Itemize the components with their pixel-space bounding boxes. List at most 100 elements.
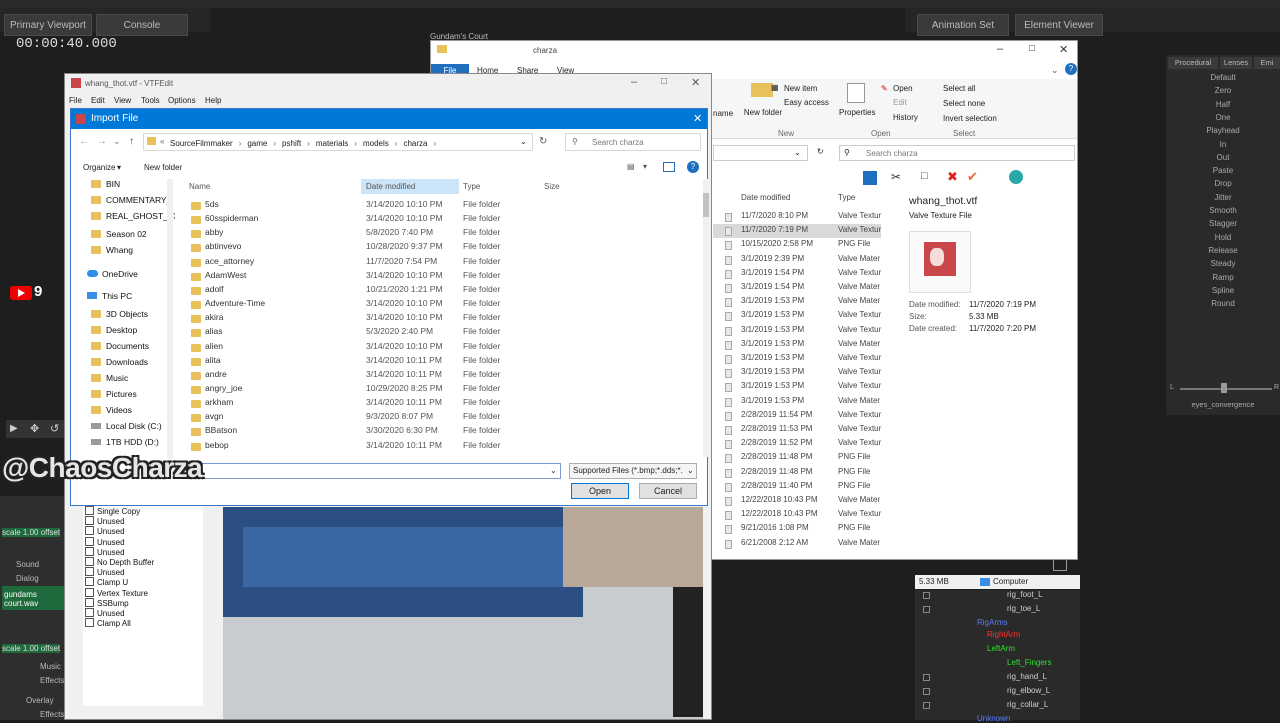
table-row[interactable]: 6/21/2008 2:12 AM Valve Mater — [725, 538, 891, 552]
list-item[interactable]: alien 3/14/2020 10:10 PM File folder — [189, 341, 609, 355]
column-date-modified[interactable]: Date modified — [741, 193, 790, 202]
procedural-item[interactable]: Default — [1166, 73, 1280, 82]
flag-checkbox[interactable]: Unused — [85, 567, 125, 577]
tree-item[interactable]: rig_foot_L — [1007, 590, 1043, 599]
tab-lenses[interactable]: Lenses — [1220, 57, 1252, 69]
open-button[interactable]: Open — [571, 483, 629, 499]
column-name[interactable]: Name — [189, 182, 210, 191]
list-item[interactable]: angry_joe 10/29/2020 8:25 PM File folder — [189, 383, 609, 397]
procedural-item[interactable]: Release — [1166, 246, 1280, 255]
tree-checkbox[interactable] — [923, 674, 930, 681]
flag-checkbox[interactable]: Single Copy — [85, 506, 140, 516]
table-row[interactable]: 11/7/2020 7:19 PM Valve Textur — [725, 225, 891, 239]
select-all-button[interactable]: Select all — [943, 84, 975, 93]
track-effects[interactable]: Effects — [40, 676, 64, 685]
tree-checkbox[interactable] — [923, 702, 930, 709]
sidebar-item[interactable]: BIN — [91, 179, 120, 189]
organize-menu[interactable]: Organize — [83, 163, 115, 172]
new-folder-dialog-button[interactable]: New folder — [144, 163, 182, 172]
track-dialog[interactable]: Dialog — [16, 574, 39, 583]
invert-selection-button[interactable]: Invert selection — [943, 114, 997, 123]
flag-checkbox[interactable]: Clamp U — [85, 577, 128, 587]
list-item[interactable]: 5ds 3/14/2020 10:10 PM File folder — [189, 199, 609, 213]
list-item[interactable]: ace_attorney 11/7/2020 7:54 PM File folder — [189, 256, 609, 270]
list-item[interactable]: arkham 3/14/2020 10:11 PM File folder — [189, 397, 609, 411]
breadcrumb-item[interactable]: SourceFilmmaker — [170, 139, 233, 148]
tree-item[interactable]: RigArms — [977, 618, 1008, 627]
procedural-item[interactable]: One — [1166, 113, 1280, 122]
file-list-scroll-thumb[interactable] — [703, 193, 709, 217]
list-item[interactable]: adolf 10/21/2020 1:21 PM File folder — [189, 284, 609, 298]
breadcrumb-item[interactable]: pshift — [282, 139, 301, 148]
menu-edit[interactable]: Edit — [91, 96, 105, 105]
track-music[interactable]: Music — [40, 662, 61, 671]
help-icon[interactable]: ? — [1065, 63, 1077, 75]
table-row[interactable]: 3/1/2019 1:54 PM Valve Textur — [725, 268, 891, 282]
dialog-help-icon[interactable]: ? — [687, 161, 699, 173]
procedural-item[interactable]: Drop — [1166, 179, 1280, 188]
tree-item[interactable]: rig_elbow_L — [1007, 686, 1050, 695]
forward-icon[interactable]: → — [97, 136, 107, 147]
file-type-dropdown-icon[interactable]: ⌄ — [687, 466, 694, 475]
column-type[interactable]: Type — [838, 193, 855, 202]
list-item[interactable]: alita 3/14/2020 10:11 PM File folder — [189, 355, 609, 369]
list-item[interactable]: akira 3/14/2020 10:10 PM File folder — [189, 312, 609, 326]
procedural-item[interactable]: Hold — [1166, 233, 1280, 242]
list-item[interactable]: abby 5/8/2020 7:40 PM File folder — [189, 227, 609, 241]
file-list-scrollbar[interactable] — [703, 179, 709, 457]
vtf-close-icon[interactable]: ✕ — [691, 76, 700, 89]
procedural-item[interactable]: Spline — [1166, 286, 1280, 295]
procedural-item[interactable]: Out — [1166, 153, 1280, 162]
organize-dropdown-icon[interactable]: ▾ — [117, 163, 121, 172]
procedural-item[interactable]: Jitter — [1166, 193, 1280, 202]
menu-file[interactable]: File — [69, 96, 82, 105]
table-row[interactable]: 3/1/2019 1:53 PM Valve Mater — [725, 296, 891, 310]
tree-item[interactable]: RightArm — [987, 630, 1020, 639]
table-row[interactable]: 3/1/2019 2:39 PM Valve Mater — [725, 254, 891, 268]
edit-button[interactable]: Edit — [893, 98, 907, 107]
dialog-search-box[interactable]: ⚲ Search charza — [565, 133, 701, 151]
procedural-item[interactable]: Paste — [1166, 166, 1280, 175]
flag-checkbox[interactable]: SSBump — [85, 598, 129, 608]
table-row[interactable]: 3/1/2019 1:53 PM Valve Textur — [725, 325, 891, 339]
list-item[interactable]: alias 5/3/2020 2:40 PM File folder — [189, 326, 609, 340]
table-row[interactable]: 2/28/2019 11:53 PM Valve Textur — [725, 424, 891, 438]
check-icon[interactable]: ✔ — [967, 169, 978, 185]
refresh-icon[interactable]: ↻ — [817, 147, 824, 156]
procedural-item[interactable]: Ramp — [1166, 273, 1280, 282]
tab-primary-viewport[interactable]: Primary Viewport — [4, 14, 92, 36]
list-item[interactable]: avgn 9/3/2020 8:07 PM File folder — [189, 411, 609, 425]
table-row[interactable]: 9/21/2016 1:08 PM PNG File — [725, 523, 891, 537]
table-row[interactable]: 2/28/2019 11:40 PM PNG File — [725, 481, 891, 495]
flag-checkbox[interactable]: Unused — [85, 608, 125, 618]
close-icon[interactable]: ✕ — [1059, 43, 1068, 56]
vtf-maximize-icon[interactable]: □ — [661, 76, 667, 87]
menu-options[interactable]: Options — [168, 96, 196, 105]
table-row[interactable]: 3/1/2019 1:53 PM Valve Textur — [725, 353, 891, 367]
tree-item[interactable]: rig_hand_L — [1007, 672, 1047, 681]
flag-checkbox[interactable]: Unused — [85, 547, 125, 557]
cancel-button[interactable]: Cancel — [639, 483, 697, 499]
select-none-button[interactable]: Select none — [943, 99, 985, 108]
table-row[interactable]: 11/7/2020 8:10 PM Valve Textur — [725, 211, 891, 225]
menu-view[interactable]: View — [114, 96, 131, 105]
globe-icon[interactable] — [1009, 170, 1023, 184]
chevron-down-icon[interactable]: ⌄ — [794, 148, 801, 157]
table-row[interactable]: 2/28/2019 11:48 PM PNG File — [725, 452, 891, 466]
tree-item[interactable]: LeftArm — [987, 644, 1015, 653]
maximize-icon[interactable]: □ — [1029, 43, 1035, 54]
details-view-icon[interactable] — [1053, 559, 1067, 571]
view-options-icon[interactable]: ▤ — [627, 162, 635, 171]
dialog-close-icon[interactable]: ✕ — [693, 109, 702, 129]
table-row[interactable]: 3/1/2019 1:53 PM Valve Mater — [725, 396, 891, 410]
table-row[interactable]: 12/22/2018 10:43 PM Valve Mater — [725, 495, 891, 509]
flag-checkbox[interactable]: Vertex Texture — [85, 588, 148, 598]
address-breadcrumb[interactable]: « SourceFilmmaker › game › pshift › materials ›… — [143, 133, 533, 151]
breadcrumb-item[interactable]: materials — [316, 139, 348, 148]
table-row[interactable]: 3/1/2019 1:53 PM Valve Textur — [725, 367, 891, 381]
list-item[interactable]: andre 3/14/2020 10:11 PM File folder — [189, 369, 609, 383]
flag-checkbox[interactable]: Unused — [85, 537, 125, 547]
tree-item[interactable]: Left_Fingers — [1007, 658, 1051, 667]
tree-checkbox[interactable] — [923, 592, 930, 599]
flag-checkbox[interactable]: Unused — [85, 526, 125, 536]
